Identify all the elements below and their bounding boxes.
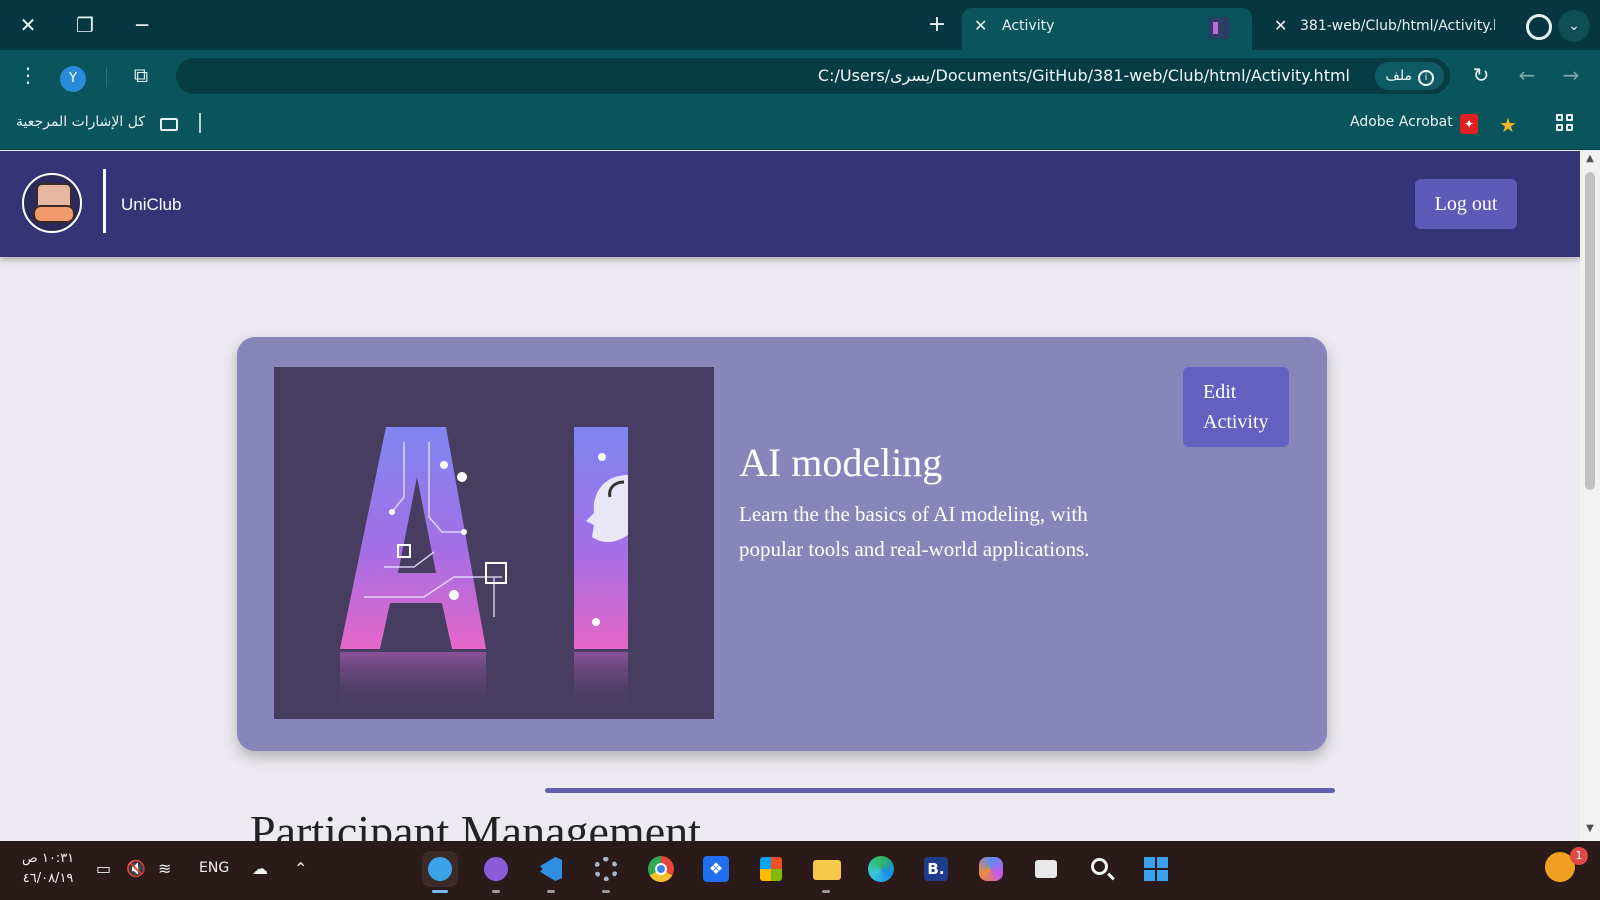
microsoft-store-app-icon[interactable] [753,851,789,887]
activity-description: Learn the the basics of AI modeling, wit… [739,502,1090,561]
site-info-label: ملف [1385,68,1412,84]
volume-muted-icon[interactable]: 🔇 [126,859,146,878]
battery-icon[interactable]: ▭ [96,859,111,878]
toolbar-divider [106,67,107,87]
uniclub-logo[interactable] [22,173,82,233]
file-explorer-app-icon[interactable] [808,851,844,893]
section-divider [545,788,1335,793]
url-text[interactable]: C:/Users/يسرى/Documents/GitHub/381-web/C… [818,66,1350,85]
tab-favicon-icon [1208,17,1230,39]
activity-card: AI modeling Learn the the basics of AI m… [237,337,1327,751]
tab-search-chevron-icon[interactable]: ⌄ [1558,10,1590,42]
windows-start-icon[interactable] [1138,851,1174,887]
system-clock[interactable]: ١٠:٣١ ص ٤٦/٠٨/١٩ [22,849,74,889]
wifi-icon[interactable]: ≋ [158,859,171,878]
bookmarks-divider [199,113,201,133]
site-navbar: UniClub Log out [0,151,1580,257]
language-indicator[interactable]: ENG [199,860,229,876]
notification-badge: 1 [1570,847,1588,865]
extension-star-icon[interactable]: ★ [1499,113,1517,137]
edge-app-icon[interactable] [863,851,899,887]
extensions-icon[interactable]: ⧉ [126,60,156,90]
chrome-profile-app-icon[interactable] [422,851,458,893]
scroll-up-icon[interactable]: ▲ [1580,153,1600,164]
scrollbar-thumb[interactable] [1585,172,1595,490]
tab-title: Activity [1002,18,1055,34]
adobe-acrobat-bookmark[interactable]: Adobe Acrobat [1350,114,1453,130]
apps-grid-icon[interactable] [1556,114,1574,132]
tab-activity[interactable]: ✕ Activity [962,8,1252,50]
logout-button[interactable]: Log out [1415,179,1517,229]
github-icon [1526,14,1552,40]
close-window-icon[interactable]: ✕ [13,10,43,40]
folder-icon [160,118,178,131]
github-desktop-app-icon[interactable] [478,851,514,893]
back-icon[interactable]: ← [1512,60,1542,90]
profile-avatar[interactable]: Y [60,66,86,92]
brand-name[interactable]: UniClub [121,195,181,215]
task-view-app-icon[interactable] [1028,851,1064,887]
navbar-divider [103,169,106,233]
info-icon: i [1418,70,1434,86]
scroll-down-icon[interactable]: ▼ [1580,823,1600,834]
tab-github[interactable]: ✕ 381-web/Club/html/Activity.htm [1262,8,1552,50]
copilot-app-icon[interactable] [973,851,1009,887]
tab-close-icon[interactable]: ✕ [974,16,987,35]
acrobat-icon[interactable]: ✦ [1460,114,1478,134]
clock-time: ١٠:٣١ ص [22,851,75,866]
tab-close-icon[interactable]: ✕ [1274,16,1287,35]
booking-app-icon[interactable]: B. [918,851,954,887]
tab-title: 381-web/Club/html/Activity.htm [1300,18,1495,34]
browser-titlebar: ✕ ❐ ─ + ✕ Activity ✕ 381-web/Club/html/A… [0,0,1600,50]
site-info-chip[interactable]: ملف i [1375,62,1444,90]
menu-dots-icon[interactable]: ⋮ [13,60,43,90]
restore-window-icon[interactable]: ❐ [70,10,100,40]
clock-date: ٤٦/٠٨/١٩ [22,871,74,886]
search-icon[interactable] [1083,851,1119,887]
activity-image [274,367,714,719]
reload-icon[interactable]: ↻ [1466,60,1496,90]
edit-activity-button[interactable]: Edit Activity [1183,367,1289,447]
onedrive-icon[interactable]: ☁ [252,859,268,878]
minimize-window-icon[interactable]: ─ [127,10,157,40]
all-bookmarks-link[interactable]: كل الإشارات المرجعية [16,114,145,130]
windows-taskbar: ١٠:٣١ ص ٤٦/٠٨/١٩ ▭ 🔇 ≋ ENG ☁ ⌃ ❖ B. 1 [0,841,1600,900]
bookmarks-bar: كل الإشارات المرجعية Adobe Acrobat [0,100,1600,150]
dropbox-app-icon[interactable]: ❖ [698,851,734,887]
new-tab-button[interactable]: + [922,10,952,40]
chevron-up-icon[interactable]: ⌃ [294,859,307,878]
forward-icon[interactable]: → [1556,60,1586,90]
address-bar[interactable]: C:/Users/يسرى/Documents/GitHub/381-web/C… [176,58,1450,94]
settings-app-icon[interactable] [588,851,624,893]
participant-management-heading: Participant Management [250,806,701,841]
vscode-app-icon[interactable] [533,851,569,893]
ai-illustration [340,427,628,712]
activity-title: AI modeling [739,440,943,485]
page-viewport: UniClub Log out AI modeling Learn the th… [0,151,1580,841]
chrome-app-icon[interactable] [643,851,679,887]
